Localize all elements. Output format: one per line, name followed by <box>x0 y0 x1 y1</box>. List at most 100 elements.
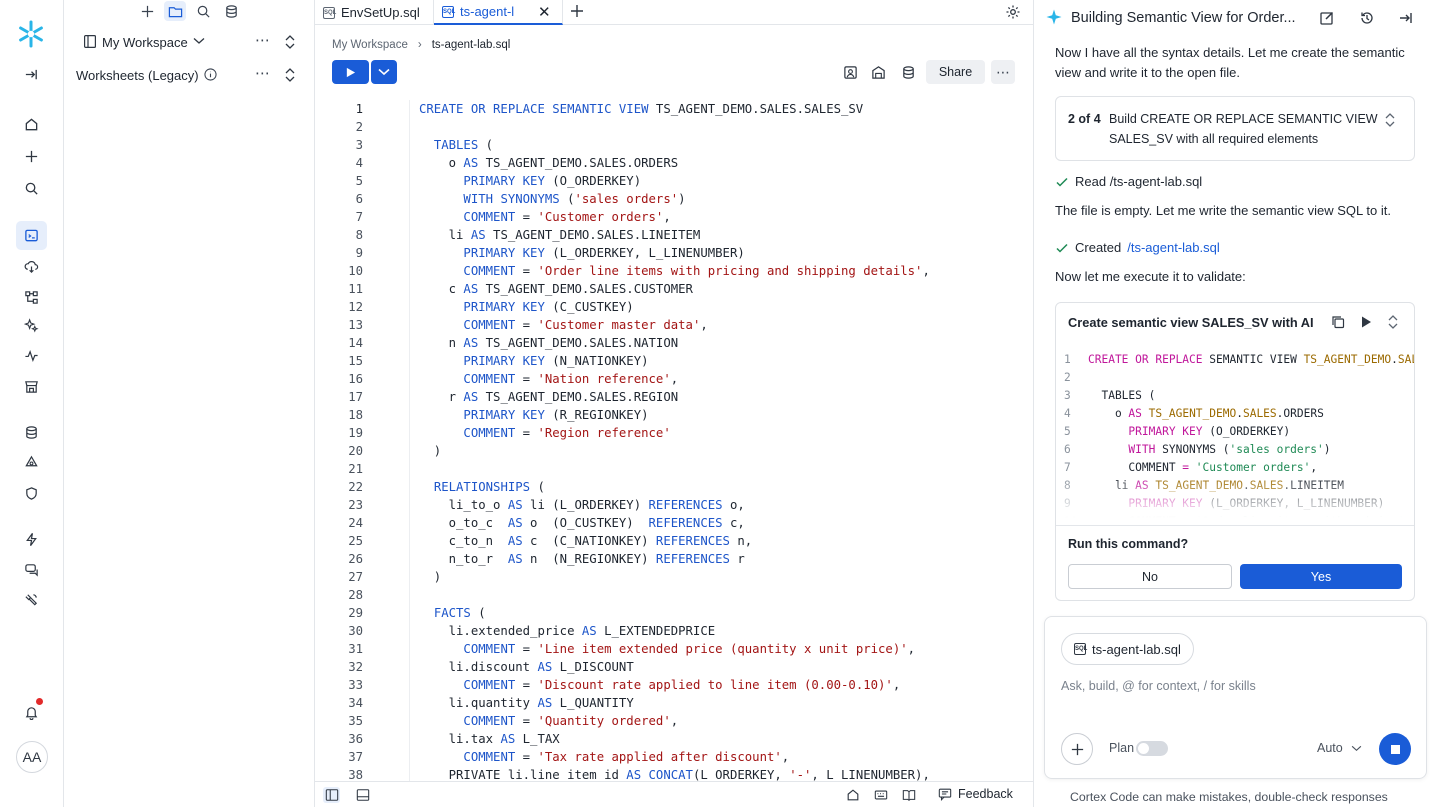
step-expand-icon[interactable] <box>1384 112 1396 128</box>
code-line[interactable]: 25 c_to_n AS c (C_NATIONKEY) REFERENCES … <box>315 532 1034 550</box>
stop-button[interactable] <box>1379 733 1411 765</box>
security-shield-icon[interactable] <box>16 479 47 508</box>
worksheets-more-icon[interactable]: ⋯ <box>255 64 271 82</box>
more-options-icon[interactable]: ⋯ <box>991 60 1015 84</box>
help-chat-icon[interactable] <box>16 555 47 584</box>
add-file-icon[interactable] <box>136 1 158 21</box>
no-button[interactable]: No <box>1068 564 1232 589</box>
toggle-sidebar-icon[interactable] <box>323 787 340 803</box>
code-line[interactable]: 12 PRIMARY KEY (C_CUSTKEY) <box>315 298 1034 316</box>
database-context-icon[interactable] <box>899 63 917 81</box>
code-line[interactable]: 7 COMMENT = 'Customer orders', <box>315 208 1034 226</box>
code-line[interactable]: 9 PRIMARY KEY (L_ORDERKEY, L_LINENUMBER) <box>315 244 1034 262</box>
code-line[interactable]: 36 li.tax AS L_TAX <box>315 730 1034 748</box>
code-line[interactable]: 20 ) <box>315 442 1034 460</box>
expand-nav-icon[interactable] <box>16 60 47 89</box>
code-line[interactable]: 21 <box>315 460 1034 478</box>
home-shortcut-icon[interactable] <box>844 787 861 803</box>
workspace-search-icon[interactable] <box>192 1 214 21</box>
worksheets-legacy-section[interactable]: Worksheets (Legacy) ⋯ <box>64 64 315 86</box>
code-line[interactable]: 10 COMMENT = 'Order line items with pric… <box>315 262 1034 280</box>
home-icon[interactable] <box>16 110 47 139</box>
data-ingestion-icon[interactable] <box>16 252 47 281</box>
plan-step-card[interactable]: 2 of 4 Build CREATE OR REPLACE SEMANTIC … <box>1055 96 1415 161</box>
new-tab-icon[interactable] <box>569 3 587 21</box>
code-line[interactable]: 15 PRIMARY KEY (N_NATIONKEY) <box>315 352 1034 370</box>
code-line[interactable]: 30 li.extended_price AS L_EXTENDEDPRICE <box>315 622 1034 640</box>
code-line[interactable]: 6 WITH SYNONYMS ('sales orders') <box>315 190 1034 208</box>
code-line[interactable]: 33 COMMENT = 'Discount rate applied to l… <box>315 676 1034 694</box>
code-line[interactable]: 27 ) <box>315 568 1034 586</box>
tab-ts-agent-lab[interactable]: SQL ts-agent-l ✕ <box>434 0 563 25</box>
code-line[interactable]: 11 c AS TS_AGENT_DEMO.SALES.CUSTOMER <box>315 280 1034 298</box>
feedback-button[interactable]: Feedback <box>938 787 1013 801</box>
share-button[interactable]: Share <box>926 60 985 84</box>
breadcrumb-root[interactable]: My Workspace <box>332 39 408 51</box>
code-line[interactable]: 19 COMMENT = 'Region reference' <box>315 424 1034 442</box>
transformation-icon[interactable] <box>16 283 47 312</box>
run-options-button[interactable] <box>371 60 397 84</box>
tab-envsetup[interactable]: SQL EnvSetUp.sql <box>315 0 434 25</box>
code-line[interactable]: 35 COMMENT = 'Quantity ordered', <box>315 712 1034 730</box>
code-line[interactable]: 5 PRIMARY KEY (O_ORDERKEY) <box>315 172 1034 190</box>
ai-ml-icon[interactable] <box>16 311 47 340</box>
catalog-icon[interactable] <box>16 418 47 447</box>
code-line[interactable]: 26 n_to_r AS n (N_REGIONKEY) REFERENCES … <box>315 550 1034 568</box>
run-command-icon[interactable] <box>1360 315 1372 329</box>
info-icon[interactable] <box>204 68 217 81</box>
worksheets-expand-icon[interactable] <box>284 67 296 83</box>
code-line[interactable]: 8 li AS TS_AGENT_DEMO.SALES.LINEITEM <box>315 226 1034 244</box>
code-line[interactable]: 29 FACTS ( <box>315 604 1034 622</box>
search-icon[interactable] <box>16 174 47 203</box>
code-area[interactable]: 1 CREATE OR REPLACE SEMANTIC VIEW TS_AGEN… <box>315 100 1034 781</box>
settings-gear-icon[interactable] <box>1005 4 1021 20</box>
yes-button[interactable]: Yes <box>1240 564 1402 589</box>
lightning-icon[interactable] <box>16 525 47 554</box>
add-attachment-button[interactable] <box>1061 733 1093 765</box>
collapse-panel-icon[interactable] <box>1398 10 1414 26</box>
context-file-chip[interactable]: SQL ts-agent-lab.sql <box>1061 633 1194 665</box>
code-line[interactable]: 23 li_to_o AS li (L_ORDERKEY) REFERENCES… <box>315 496 1034 514</box>
projects-icon[interactable] <box>16 221 47 250</box>
toggle-results-icon[interactable] <box>354 787 371 803</box>
code-line[interactable]: 2 <box>315 118 1034 136</box>
code-line[interactable]: 3 TABLES ( <box>315 136 1034 154</box>
code-line[interactable]: 38 PRIVATE li.line_item_id AS CONCAT(L_O… <box>315 766 1034 781</box>
code-line[interactable]: 28 <box>315 586 1034 604</box>
mode-select[interactable]: Auto <box>1317 741 1362 755</box>
folder-icon[interactable] <box>164 1 186 21</box>
created-file-link[interactable]: /ts-agent-lab.sql <box>1127 240 1220 255</box>
workspace-more-icon[interactable]: ⋯ <box>255 31 271 49</box>
run-button[interactable] <box>332 60 369 84</box>
command-expand-icon[interactable] <box>1387 314 1399 330</box>
chat-input[interactable] <box>1061 679 1401 693</box>
warehouse-icon[interactable] <box>869 63 887 81</box>
code-line[interactable]: 24 o_to_c AS o (O_CUSTKEY) REFERENCES c, <box>315 514 1034 532</box>
monitoring-icon[interactable] <box>16 341 47 370</box>
edit-icon[interactable] <box>1319 10 1335 26</box>
expand-collapse-icon[interactable] <box>284 34 296 50</box>
code-line[interactable]: 14 n AS TS_AGENT_DEMO.SALES.NATION <box>315 334 1034 352</box>
role-icon[interactable] <box>841 63 859 81</box>
code-line[interactable]: 22 RELATIONSHIPS ( <box>315 478 1034 496</box>
tools-icon[interactable] <box>16 585 47 614</box>
code-line[interactable]: 37 COMMENT = 'Tax rate applied after dis… <box>315 748 1034 766</box>
workspace-selector[interactable]: My Workspace ⋯ <box>64 31 315 53</box>
governance-icon[interactable] <box>16 448 47 477</box>
code-line[interactable]: 13 COMMENT = 'Customer master data', <box>315 316 1034 334</box>
create-icon[interactable] <box>16 142 47 171</box>
plan-toggle[interactable] <box>1136 741 1168 756</box>
code-line[interactable]: 34 li.quantity AS L_QUANTITY <box>315 694 1034 712</box>
code-line[interactable]: 32 li.discount AS L_DISCOUNT <box>315 658 1034 676</box>
close-tab-icon[interactable]: ✕ <box>538 3 551 21</box>
code-line[interactable]: 18 PRIMARY KEY (R_REGIONKEY) <box>315 406 1034 424</box>
docs-book-icon[interactable] <box>900 787 917 803</box>
code-line[interactable]: 4 o AS TS_AGENT_DEMO.SALES.ORDERS <box>315 154 1034 172</box>
code-line[interactable]: 31 COMMENT = 'Line item extended price (… <box>315 640 1034 658</box>
user-avatar[interactable]: AA <box>16 741 48 773</box>
snowflake-logo-icon[interactable] <box>17 20 45 48</box>
keyboard-icon[interactable] <box>872 787 889 803</box>
code-line[interactable]: 1 CREATE OR REPLACE SEMANTIC VIEW TS_AGEN… <box>315 100 1034 118</box>
code-line[interactable]: 16 COMMENT = 'Nation reference', <box>315 370 1034 388</box>
database-icon[interactable] <box>220 1 242 21</box>
